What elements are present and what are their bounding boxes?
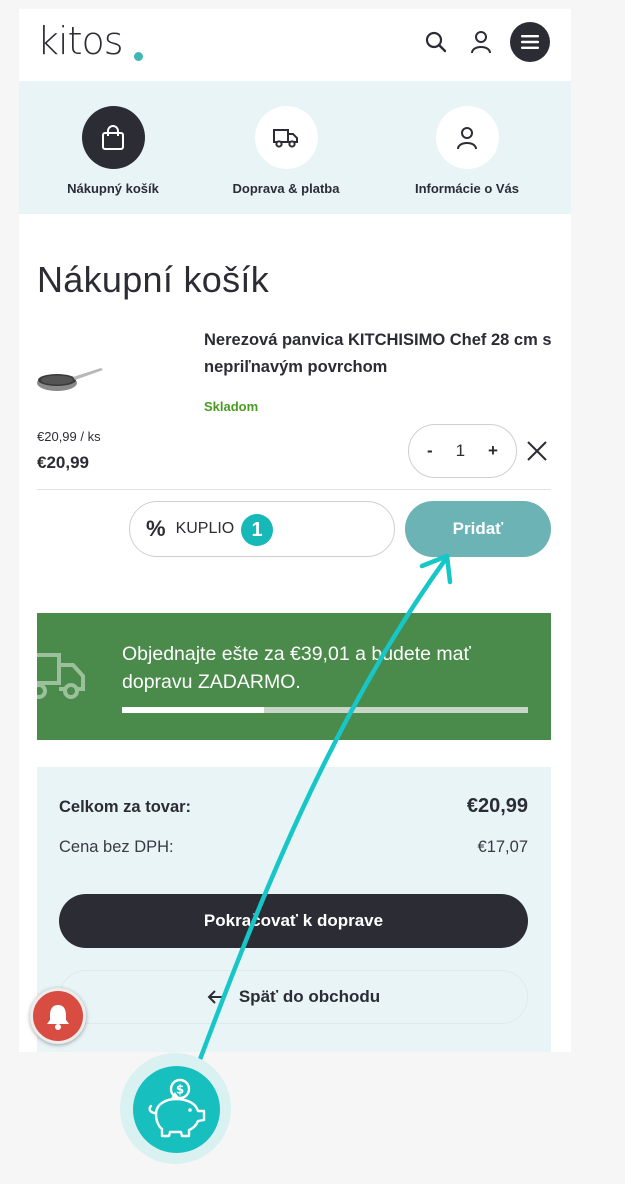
- svg-text:$: $: [175, 1082, 183, 1096]
- step-number-badge: 1: [241, 514, 273, 546]
- net-label: Cena bez DPH:: [59, 838, 174, 856]
- step-info-circle: [435, 106, 499, 169]
- step-info[interactable]: Informácie o Vás: [382, 106, 552, 196]
- truck-icon: [37, 653, 85, 699]
- back-to-shop-button[interactable]: Späť do obchodu: [59, 970, 528, 1024]
- checkout-steps: Nákupný košík Doprava & platba Informáci…: [19, 81, 571, 214]
- step-delivery-circle: [254, 106, 318, 169]
- notification-bell-button[interactable]: [30, 988, 86, 1044]
- cart-page: kitos Nákupný košík Doprava & platba Inf…: [19, 9, 571, 1052]
- coupon-input[interactable]: [175, 520, 246, 538]
- item-total-price: €20,99: [37, 453, 89, 472]
- qty-minus-button[interactable]: -: [427, 441, 433, 461]
- user-icon[interactable]: [466, 27, 496, 57]
- step-label: Doprava & platba: [232, 181, 340, 196]
- step-label: Informácie o Vás: [414, 181, 520, 196]
- page-title: Nákupní košík: [37, 259, 270, 300]
- product-image[interactable]: [35, 359, 107, 399]
- step-label: Nákupný košík: [67, 181, 159, 196]
- remove-item-icon[interactable]: [525, 439, 549, 463]
- progress-fill: [122, 707, 265, 713]
- back-label: Späť do obchodu: [238, 987, 381, 1006]
- step-cart-circle: [81, 106, 145, 169]
- free-shipping-text: Objednajte ešte za €39,01 a budete mať d…: [122, 643, 471, 693]
- user-icon: [457, 126, 477, 149]
- step-cart[interactable]: Nákupný košík: [28, 106, 198, 196]
- quantity-stepper: - 1 +: [408, 424, 517, 478]
- piggy-bank-button[interactable]: $: [133, 1066, 220, 1153]
- divider: [37, 489, 551, 490]
- menu-icon[interactable]: [510, 22, 550, 62]
- unit-price: €20,99 / ks: [37, 429, 101, 444]
- kitos-logo[interactable]: kitos: [37, 19, 124, 63]
- qty-plus-button[interactable]: +: [488, 441, 498, 461]
- total-value: €20,99: [466, 795, 528, 817]
- total-label: Celkom za tovar:: [59, 798, 192, 816]
- order-summary: Celkom za tovar: €20,99 Cena bez DPH: €1…: [37, 767, 551, 1052]
- search-icon[interactable]: [421, 27, 451, 57]
- continue-to-delivery-button[interactable]: Pokračovať k doprave: [59, 894, 528, 948]
- piggy-bank-icon: $: [147, 1078, 205, 1137]
- bell-icon: [47, 1005, 69, 1030]
- truck-icon: [273, 128, 298, 148]
- net-row: Cena bez DPH: €17,07: [59, 838, 528, 857]
- qty-value[interactable]: 1: [456, 441, 465, 461]
- add-coupon-button[interactable]: Pridať: [405, 501, 551, 557]
- product-name[interactable]: Nerezová panvica KITCHISIMO Chef 28 cm s…: [204, 327, 554, 381]
- step-delivery[interactable]: Doprava & platba: [201, 106, 371, 196]
- free-shipping-banner: Objednajte ešte za €39,01 a budete mať d…: [37, 613, 551, 740]
- total-row: Celkom za tovar: €20,99: [59, 795, 528, 818]
- logo-dot: [134, 52, 143, 61]
- stock-status: Skladom: [204, 399, 259, 414]
- arrow-left-icon: [207, 990, 224, 1004]
- site-header: kitos: [19, 9, 571, 81]
- percent-icon: %: [146, 516, 166, 541]
- free-shipping-progress: [122, 707, 528, 713]
- net-value: €17,07: [477, 838, 528, 856]
- bag-icon: [102, 124, 124, 150]
